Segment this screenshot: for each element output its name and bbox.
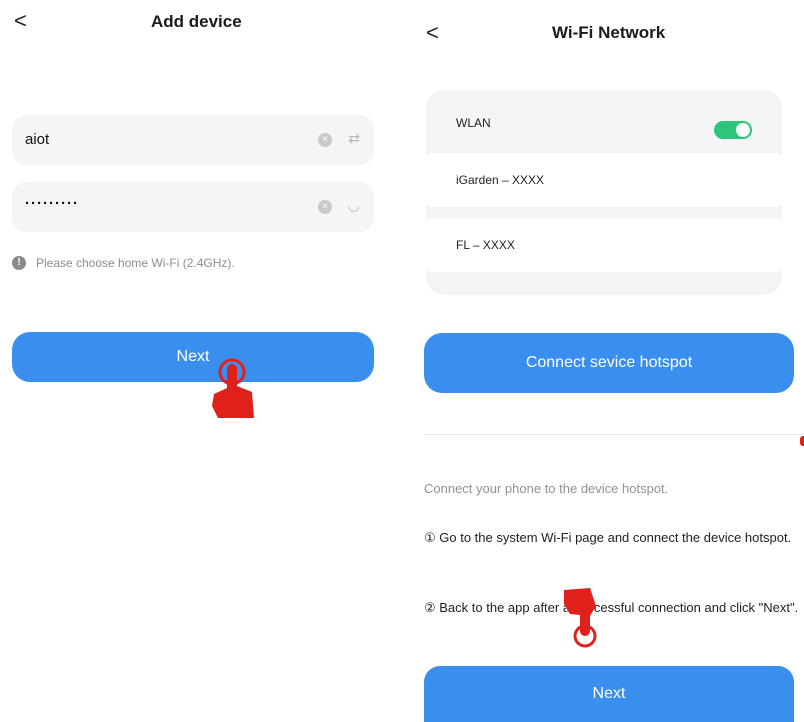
wifi-hint: ! Please choose home Wi-Fi (2.4GHz). (12, 256, 235, 270)
list-item[interactable]: WLAN (426, 96, 782, 150)
pointing-hand-icon (212, 358, 254, 418)
eye-closed-icon[interactable]: ◡ (348, 197, 360, 214)
list-item[interactable]: iGarden – XXXX (426, 153, 782, 207)
connect-hotspot-button[interactable]: Connect sevice hotspot (424, 333, 794, 393)
back-chevron-icon[interactable]: < (426, 22, 439, 44)
info-icon: ! (12, 256, 26, 270)
network-name: iGarden – XXXX (456, 173, 545, 187)
connect-hotspot-label: Connect sevice hotspot (525, 354, 693, 371)
back-chevron-icon[interactable]: < (14, 10, 27, 32)
instruction-step-1: ① Go to the system Wi-Fi page and connec… (424, 530, 792, 545)
clear-icon[interactable]: × (318, 200, 332, 214)
next-button[interactable]: Next (12, 332, 374, 382)
next-button-label: Next (592, 685, 626, 702)
page-title: Add device (151, 12, 242, 31)
pointing-hand-icon (564, 588, 597, 648)
instruction-subtitle: Connect your phone to the device hotspot… (424, 481, 669, 496)
wifi-name-field[interactable]: aiot × ⇄ (12, 115, 374, 165)
wifi-name-value: aiot (25, 131, 50, 148)
next-button-label: Next (176, 348, 210, 365)
next-button[interactable]: Next (424, 666, 794, 722)
wifi-network-screen: < Wi-Fi Network WLAN iGarden – XXXX FL –… (410, 0, 804, 722)
wlan-toggle[interactable] (714, 121, 752, 139)
password-value: ········· (25, 195, 79, 212)
indicator-mark (800, 436, 804, 446)
swap-icon[interactable]: ⇄ (348, 130, 360, 147)
instruction-step-2: ② Back to the app after a successful con… (424, 600, 799, 615)
add-device-screen: < Add device aiot × ⇄ ········· × ◡ ! Pl… (0, 0, 390, 722)
password-field[interactable]: ········· × ◡ (12, 182, 374, 232)
network-list: WLAN iGarden – XXXX FL – XXXX (426, 90, 782, 295)
network-name: FL – XXXX (456, 238, 515, 252)
wifi-hint-text: Please choose home Wi-Fi (2.4GHz). (36, 256, 235, 270)
list-item[interactable]: FL – XXXX (426, 218, 782, 272)
network-name: WLAN (456, 116, 491, 130)
clear-icon[interactable]: × (318, 133, 332, 147)
page-title: Wi-Fi Network (552, 23, 666, 42)
divider (424, 434, 804, 435)
